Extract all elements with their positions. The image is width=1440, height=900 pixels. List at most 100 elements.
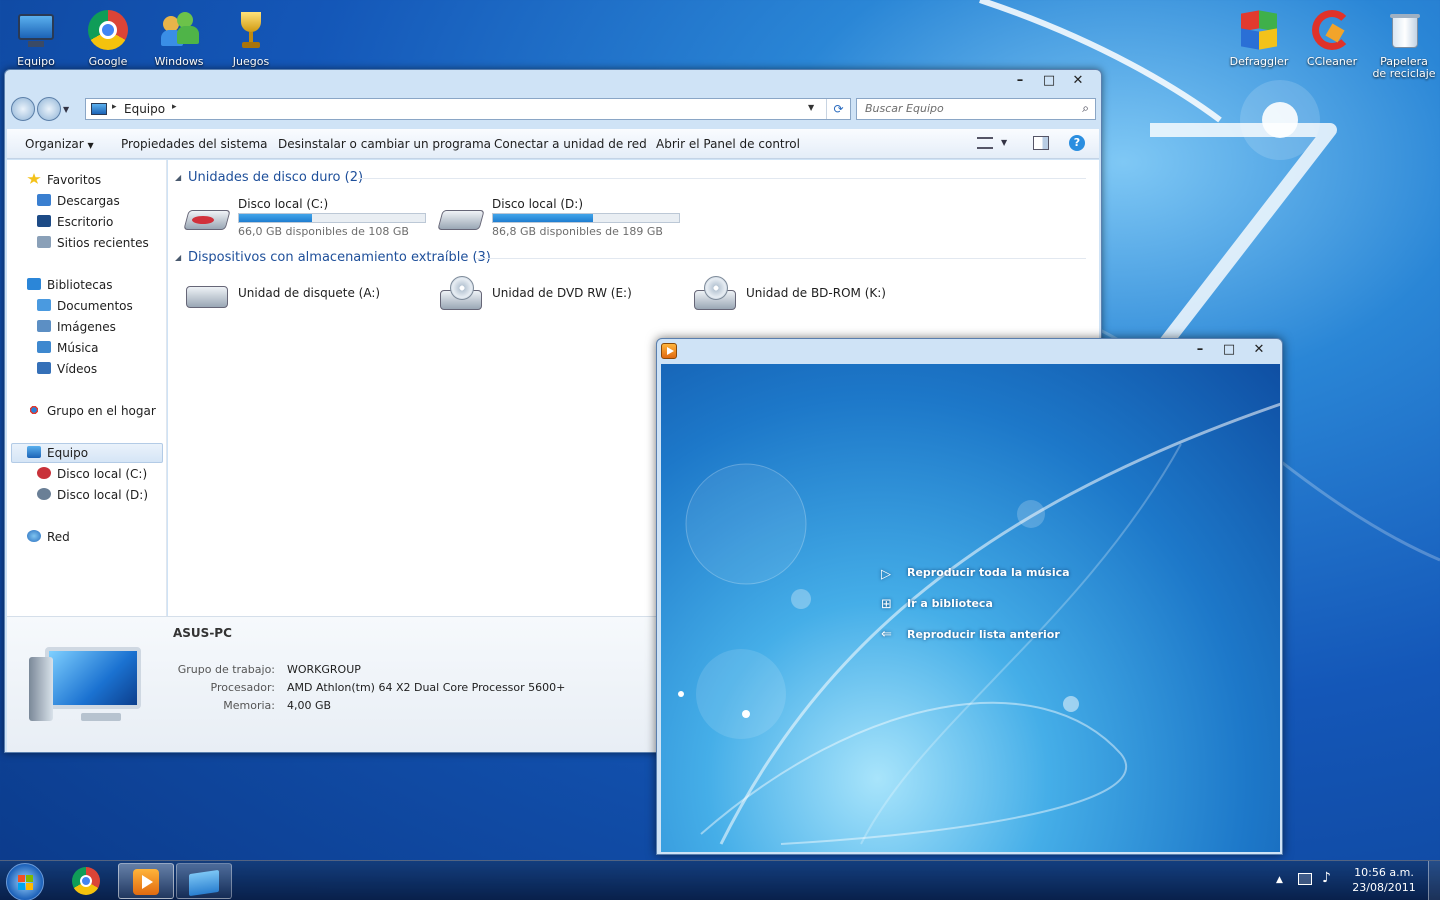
show-desktop-button[interactable] bbox=[1428, 861, 1440, 900]
chevron-down-icon: ▼ bbox=[87, 141, 94, 150]
recent-pages-arrow-icon[interactable]: ▼ bbox=[63, 105, 69, 114]
group-heading-removable[interactable]: Dispositivos con almacenamiento extraíbl… bbox=[188, 250, 491, 265]
breadcrumb-separator[interactable]: ▸ bbox=[172, 102, 177, 112]
refresh-icon[interactable]: ⟳ bbox=[826, 99, 850, 119]
recent-places-icon bbox=[37, 236, 51, 248]
close-button[interactable]: ✕ bbox=[1246, 342, 1272, 360]
chevron-down-icon[interactable]: ▼ bbox=[1001, 138, 1007, 147]
play-all-music-link[interactable]: Reproducir toda la música bbox=[907, 566, 1070, 579]
nav-libraries[interactable]: Bibliotecas bbox=[27, 278, 112, 292]
taskbar-media-player-button[interactable] bbox=[118, 863, 174, 899]
drive-usage-bar bbox=[492, 213, 680, 223]
close-button[interactable]: ✕ bbox=[1065, 73, 1091, 91]
drive-e[interactable]: Unidad de DVD RW (E:) bbox=[438, 274, 678, 318]
desktop-icon-computer[interactable]: Equipo bbox=[4, 2, 68, 68]
desktop-icon-recycle-bin[interactable]: Papelera de reciclaje bbox=[1372, 2, 1436, 80]
computer-icon bbox=[27, 446, 41, 458]
minimize-button[interactable]: – bbox=[1007, 73, 1033, 91]
nav-disk-c[interactable]: Disco local (C:) bbox=[37, 467, 147, 481]
drive-k[interactable]: Unidad de BD-ROM (K:) bbox=[692, 274, 932, 318]
homegroup-icon bbox=[27, 404, 41, 416]
group-heading-hard-disks[interactable]: Unidades de disco duro (2) bbox=[188, 170, 363, 185]
nav-pictures[interactable]: Imágenes bbox=[37, 320, 116, 334]
clock[interactable]: 10:56 a.m. 23/08/2011 bbox=[1346, 865, 1422, 895]
nav-computer[interactable]: Equipo bbox=[27, 446, 88, 460]
nav-videos[interactable]: Vídeos bbox=[37, 362, 97, 376]
windows-live-icon bbox=[157, 8, 201, 52]
nav-recent-places[interactable]: Sitios recientes bbox=[37, 236, 149, 250]
show-hidden-icons-button[interactable]: ▲ bbox=[1276, 875, 1283, 885]
taskbar-explorer-button[interactable] bbox=[176, 863, 232, 899]
back-button[interactable] bbox=[11, 97, 35, 121]
downloads-icon bbox=[37, 194, 51, 206]
system-drive-badge bbox=[192, 216, 214, 224]
drive-d[interactable]: Disco local (D:) 86,8 GB disponibles de … bbox=[437, 196, 688, 242]
drive-icon bbox=[37, 467, 51, 479]
nav-favorites[interactable]: Favoritos bbox=[27, 173, 101, 187]
play-previous-list-link[interactable]: Reproducir lista anterior bbox=[907, 628, 1060, 641]
desktop-icon-google[interactable]: Google bbox=[76, 2, 140, 68]
help-icon[interactable]: ? bbox=[1069, 135, 1085, 151]
library-icon[interactable]: ⊞ bbox=[881, 597, 892, 612]
start-button[interactable] bbox=[6, 863, 44, 900]
taskbar-chrome-button[interactable] bbox=[58, 863, 114, 899]
minimize-button[interactable]: – bbox=[1187, 342, 1213, 360]
maximize-button[interactable]: □ bbox=[1036, 73, 1062, 91]
chrome-icon bbox=[86, 8, 130, 52]
collapse-triangle-icon[interactable]: ◢ bbox=[175, 253, 181, 262]
drive-usage-bar bbox=[238, 213, 426, 223]
nav-documents[interactable]: Documentos bbox=[37, 299, 133, 313]
nav-desktop[interactable]: Escritorio bbox=[37, 215, 113, 229]
nav-homegroup[interactable]: Grupo en el hogar bbox=[27, 404, 156, 418]
workgroup-value: WORKGROUP bbox=[287, 663, 361, 676]
forward-button[interactable] bbox=[37, 97, 61, 121]
desktop-icon-label: Windows bbox=[154, 55, 204, 68]
breadcrumb-location[interactable]: Equipo bbox=[124, 102, 165, 116]
uninstall-program-button[interactable]: Desinstalar o cambiar un programa bbox=[278, 137, 491, 151]
media-player-app-icon bbox=[661, 343, 677, 359]
volume-icon[interactable]: ♪ bbox=[1322, 870, 1331, 886]
desktop-icon-games[interactable]: Juegos bbox=[219, 2, 283, 68]
desktop-icon-windows[interactable]: Windows bbox=[147, 2, 211, 68]
desktop-icon-label: Google bbox=[88, 55, 128, 68]
drive-c[interactable]: Disco local (C:) 66,0 GB disponibles de … bbox=[183, 196, 434, 242]
memory-label: Memoria: bbox=[223, 699, 275, 712]
address-bar[interactable]: ▸ Equipo ▸ ▼ ⟳ bbox=[85, 98, 851, 120]
desktop-icon-label: Juegos bbox=[232, 55, 270, 68]
map-network-drive-button[interactable]: Conectar a unidad de red bbox=[494, 137, 647, 151]
documents-icon bbox=[37, 299, 51, 311]
command-bar: Organizar ▼ Propiedades del sistema Desi… bbox=[7, 129, 1099, 159]
floppy-drive-icon bbox=[186, 286, 228, 308]
desktop-icon-label: Defraggler bbox=[1229, 55, 1289, 68]
desktop-icon-defraggler[interactable]: Defraggler bbox=[1227, 2, 1291, 68]
nav-disk-d[interactable]: Disco local (D:) bbox=[37, 488, 148, 502]
play-icon[interactable]: ▷ bbox=[881, 567, 891, 582]
collapse-triangle-icon[interactable]: ◢ bbox=[175, 173, 181, 182]
desktop-icon-ccleaner[interactable]: CCleaner bbox=[1300, 2, 1364, 68]
disc-icon bbox=[450, 276, 474, 300]
ccleaner-icon bbox=[1310, 8, 1354, 52]
search-icon[interactable]: ⌕ bbox=[1082, 101, 1089, 116]
media-player-window[interactable]: – □ ✕ ▷ Reproducir toda la música ⊞ Ir a… bbox=[656, 338, 1283, 855]
organize-button[interactable]: Organizar ▼ bbox=[25, 137, 94, 151]
disc-icon bbox=[704, 276, 728, 300]
drive-a[interactable]: Unidad de disquete (A:) bbox=[184, 274, 424, 318]
nav-downloads[interactable]: Descargas bbox=[37, 194, 120, 208]
open-control-panel-button[interactable]: Abrir el Panel de control bbox=[656, 137, 800, 151]
nav-music[interactable]: Música bbox=[37, 341, 99, 355]
workgroup-label: Grupo de trabajo: bbox=[177, 663, 275, 676]
back-arrow-icon[interactable]: ⇐ bbox=[881, 627, 892, 642]
nav-network[interactable]: Red bbox=[27, 530, 70, 544]
maximize-button[interactable]: □ bbox=[1216, 342, 1242, 360]
folder-icon bbox=[189, 869, 219, 897]
address-dropdown-icon[interactable]: ▼ bbox=[808, 103, 814, 112]
drive-usage-fill bbox=[239, 214, 312, 222]
view-options-icon[interactable] bbox=[977, 137, 993, 149]
drive-name: Disco local (C:) bbox=[238, 197, 329, 211]
breadcrumb-separator[interactable]: ▸ bbox=[112, 102, 117, 112]
go-to-library-link[interactable]: Ir a biblioteca bbox=[907, 597, 993, 610]
search-input[interactable]: Buscar Equipo ⌕ bbox=[856, 98, 1096, 120]
action-center-icon[interactable] bbox=[1298, 873, 1312, 885]
preview-pane-icon[interactable] bbox=[1033, 136, 1049, 150]
system-properties-button[interactable]: Propiedades del sistema bbox=[121, 137, 268, 151]
